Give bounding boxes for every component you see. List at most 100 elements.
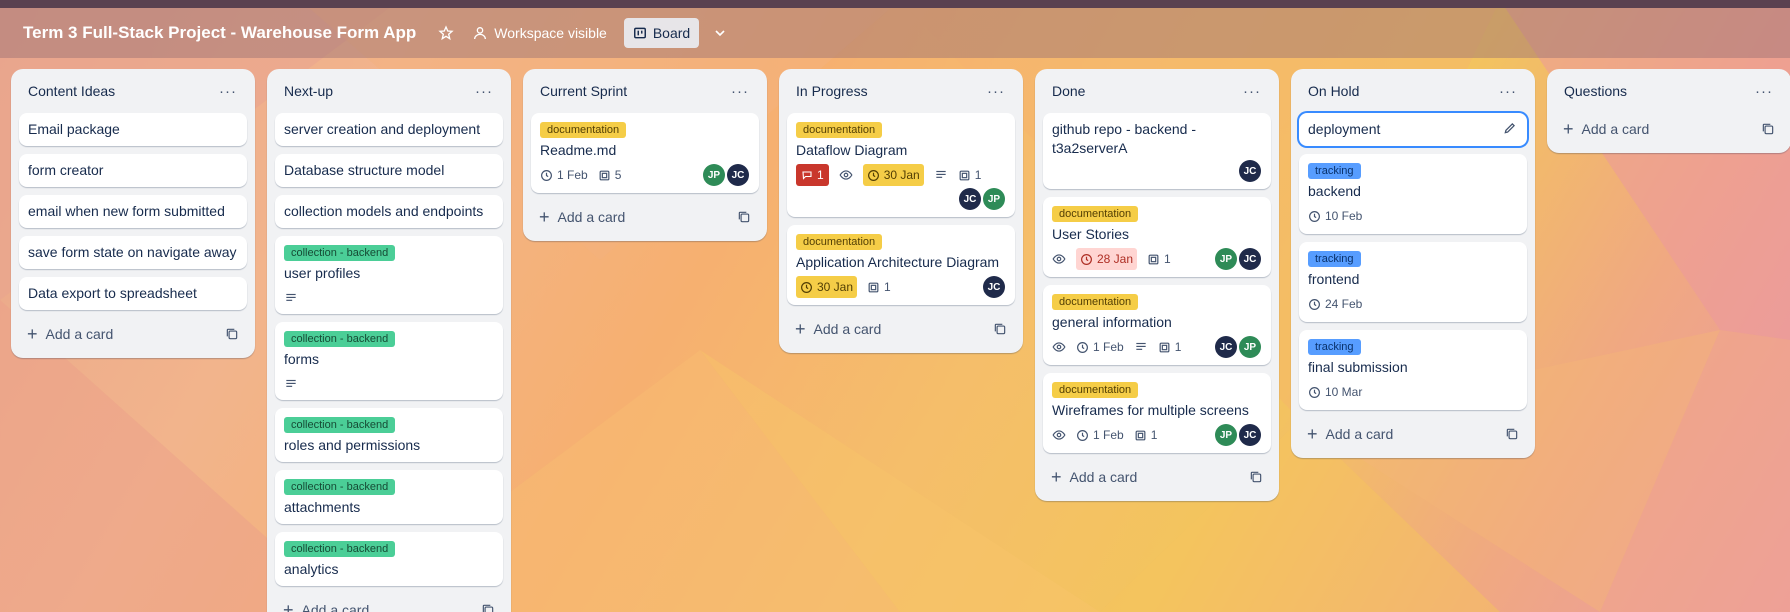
add-card-button[interactable]: + Add a card bbox=[1307, 425, 1393, 443]
add-card-button[interactable]: + Add a card bbox=[539, 208, 625, 226]
card[interactable]: documentation Wireframes for multiple sc… bbox=[1043, 373, 1271, 453]
card[interactable]: Database structure model bbox=[275, 154, 503, 187]
card-title: deployment bbox=[1308, 121, 1381, 137]
avatar[interactable]: JC bbox=[1239, 424, 1261, 446]
card[interactable]: tracking backend 10 Feb bbox=[1299, 154, 1527, 234]
visibility-button[interactable]: Workspace visible bbox=[463, 18, 616, 48]
card-label[interactable]: documentation bbox=[796, 234, 883, 250]
list-title[interactable]: Current Sprint bbox=[540, 83, 627, 99]
due-date-badge[interactable]: 24 Feb bbox=[1308, 293, 1362, 315]
list-title[interactable]: In Progress bbox=[796, 83, 868, 99]
card[interactable]: collection models and endpoints bbox=[275, 195, 503, 228]
due-date-badge[interactable]: 30 Jan bbox=[862, 164, 924, 186]
card-label[interactable]: collection - backend bbox=[284, 417, 396, 433]
card[interactable]: collection - backend attachments bbox=[275, 470, 503, 524]
due-date-badge[interactable]: 1 Feb bbox=[540, 164, 588, 186]
card[interactable]: save form state on navigate away bbox=[19, 236, 247, 269]
card-template-icon[interactable] bbox=[1249, 470, 1263, 484]
add-card-button[interactable]: + Add a card bbox=[283, 601, 369, 612]
card-template-icon[interactable] bbox=[1505, 427, 1519, 441]
card[interactable]: documentation Application Architecture D… bbox=[787, 225, 1015, 305]
card-template-icon[interactable] bbox=[737, 210, 751, 224]
card-label[interactable]: documentation bbox=[540, 122, 627, 138]
card[interactable]: documentation general information 1 Feb … bbox=[1043, 285, 1271, 365]
avatar[interactable]: JC bbox=[727, 164, 749, 186]
card-title: final submission bbox=[1308, 359, 1408, 375]
avatar[interactable]: JC bbox=[1239, 160, 1261, 182]
card-label[interactable]: tracking bbox=[1308, 251, 1361, 267]
card-template-icon[interactable] bbox=[225, 327, 239, 341]
card-label[interactable]: tracking bbox=[1308, 163, 1361, 179]
card[interactable]: deployment bbox=[1299, 113, 1527, 146]
views-dropdown-button[interactable] bbox=[703, 18, 737, 48]
card[interactable]: email when new form submitted bbox=[19, 195, 247, 228]
card-label[interactable]: collection - backend bbox=[284, 479, 396, 495]
card-template-icon[interactable] bbox=[1761, 122, 1775, 136]
card-label[interactable]: collection - backend bbox=[284, 331, 396, 347]
board-title[interactable]: Term 3 Full-Stack Project - Warehouse Fo… bbox=[14, 17, 425, 49]
avatar[interactable]: JP bbox=[1215, 248, 1237, 270]
list-title[interactable]: Questions bbox=[1564, 83, 1627, 99]
avatar[interactable]: JC bbox=[1239, 248, 1261, 270]
due-date-badge[interactable]: 1 Feb bbox=[1076, 424, 1124, 446]
attachments-badge: 1 bbox=[958, 164, 981, 186]
card[interactable]: documentation Dataflow Diagram 1 30 Jan … bbox=[787, 113, 1015, 217]
card-label[interactable]: collection - backend bbox=[284, 541, 396, 557]
attachment-icon bbox=[1148, 254, 1159, 264]
star-button[interactable] bbox=[429, 18, 463, 48]
due-date-badge[interactable]: 10 Feb bbox=[1308, 205, 1362, 227]
board-view-button[interactable]: Board bbox=[623, 18, 700, 48]
avatar[interactable]: JC bbox=[959, 188, 981, 210]
due-date-badge[interactable]: 30 Jan bbox=[796, 276, 858, 298]
add-card-button[interactable]: + Add a card bbox=[27, 325, 113, 343]
card[interactable]: collection - backend roles and permissio… bbox=[275, 408, 503, 462]
card[interactable]: form creator bbox=[19, 154, 247, 187]
due-date-badge[interactable]: 28 Jan bbox=[1076, 248, 1138, 270]
list-menu-icon[interactable]: ··· bbox=[469, 80, 499, 103]
card[interactable]: github repo - backend - t3a2serverA JC bbox=[1043, 113, 1271, 189]
list-title[interactable]: Next-up bbox=[284, 83, 333, 99]
list-menu-icon[interactable]: ··· bbox=[213, 80, 243, 103]
add-card-button[interactable]: + Add a card bbox=[1051, 468, 1137, 486]
list-menu-icon[interactable]: ··· bbox=[1493, 80, 1523, 103]
card[interactable]: Data export to spreadsheet bbox=[19, 277, 247, 310]
pencil-icon[interactable] bbox=[1503, 121, 1517, 135]
card[interactable]: collection - backend forms bbox=[275, 322, 503, 400]
add-card-button[interactable]: + Add a card bbox=[1563, 120, 1649, 138]
avatar[interactable]: JP bbox=[1215, 424, 1237, 446]
list-title[interactable]: On Hold bbox=[1308, 83, 1359, 99]
card[interactable]: server creation and deployment bbox=[275, 113, 503, 146]
list-menu-icon[interactable]: ··· bbox=[725, 80, 755, 103]
list-menu-icon[interactable]: ··· bbox=[1749, 80, 1779, 103]
avatar[interactable]: JP bbox=[1239, 336, 1261, 358]
card-label[interactable]: documentation bbox=[796, 122, 883, 138]
due-date: 30 Jan bbox=[817, 280, 854, 294]
card[interactable]: documentation Readme.md 1 Feb 5 JP JC bbox=[531, 113, 759, 193]
card-template-icon[interactable] bbox=[993, 322, 1007, 336]
card-label[interactable]: documentation bbox=[1052, 206, 1139, 222]
card-label[interactable]: documentation bbox=[1052, 294, 1139, 310]
due-date-badge[interactable]: 1 Feb bbox=[1076, 336, 1124, 358]
card-label[interactable]: collection - backend bbox=[284, 245, 396, 261]
card[interactable]: Email package bbox=[19, 113, 247, 146]
list-title[interactable]: Done bbox=[1052, 83, 1085, 99]
list-menu-icon[interactable]: ··· bbox=[981, 80, 1011, 103]
card-template-icon[interactable] bbox=[481, 603, 495, 612]
card[interactable]: tracking frontend 24 Feb bbox=[1299, 242, 1527, 322]
avatar[interactable]: JC bbox=[983, 276, 1005, 298]
avatar[interactable]: JP bbox=[703, 164, 725, 186]
card[interactable]: documentation User Stories 28 Jan 1 JP J… bbox=[1043, 197, 1271, 277]
due-date-badge[interactable]: 10 Mar bbox=[1308, 381, 1362, 403]
list-title[interactable]: Content Ideas bbox=[28, 83, 115, 99]
card-label[interactable]: documentation bbox=[1052, 382, 1139, 398]
card-label[interactable]: tracking bbox=[1308, 339, 1361, 355]
add-card-button[interactable]: + Add a card bbox=[795, 320, 881, 338]
card[interactable]: collection - backend user profiles bbox=[275, 236, 503, 314]
comment-count: 1 bbox=[817, 168, 824, 182]
avatar[interactable]: JP bbox=[983, 188, 1005, 210]
card[interactable]: tracking final submission 10 Mar bbox=[1299, 330, 1527, 410]
avatar[interactable]: JC bbox=[1215, 336, 1237, 358]
list-menu-icon[interactable]: ··· bbox=[1237, 80, 1267, 103]
card[interactable]: collection - backend analytics bbox=[275, 532, 503, 586]
list-content-ideas: Content Ideas ··· Email package form cre… bbox=[11, 69, 255, 358]
